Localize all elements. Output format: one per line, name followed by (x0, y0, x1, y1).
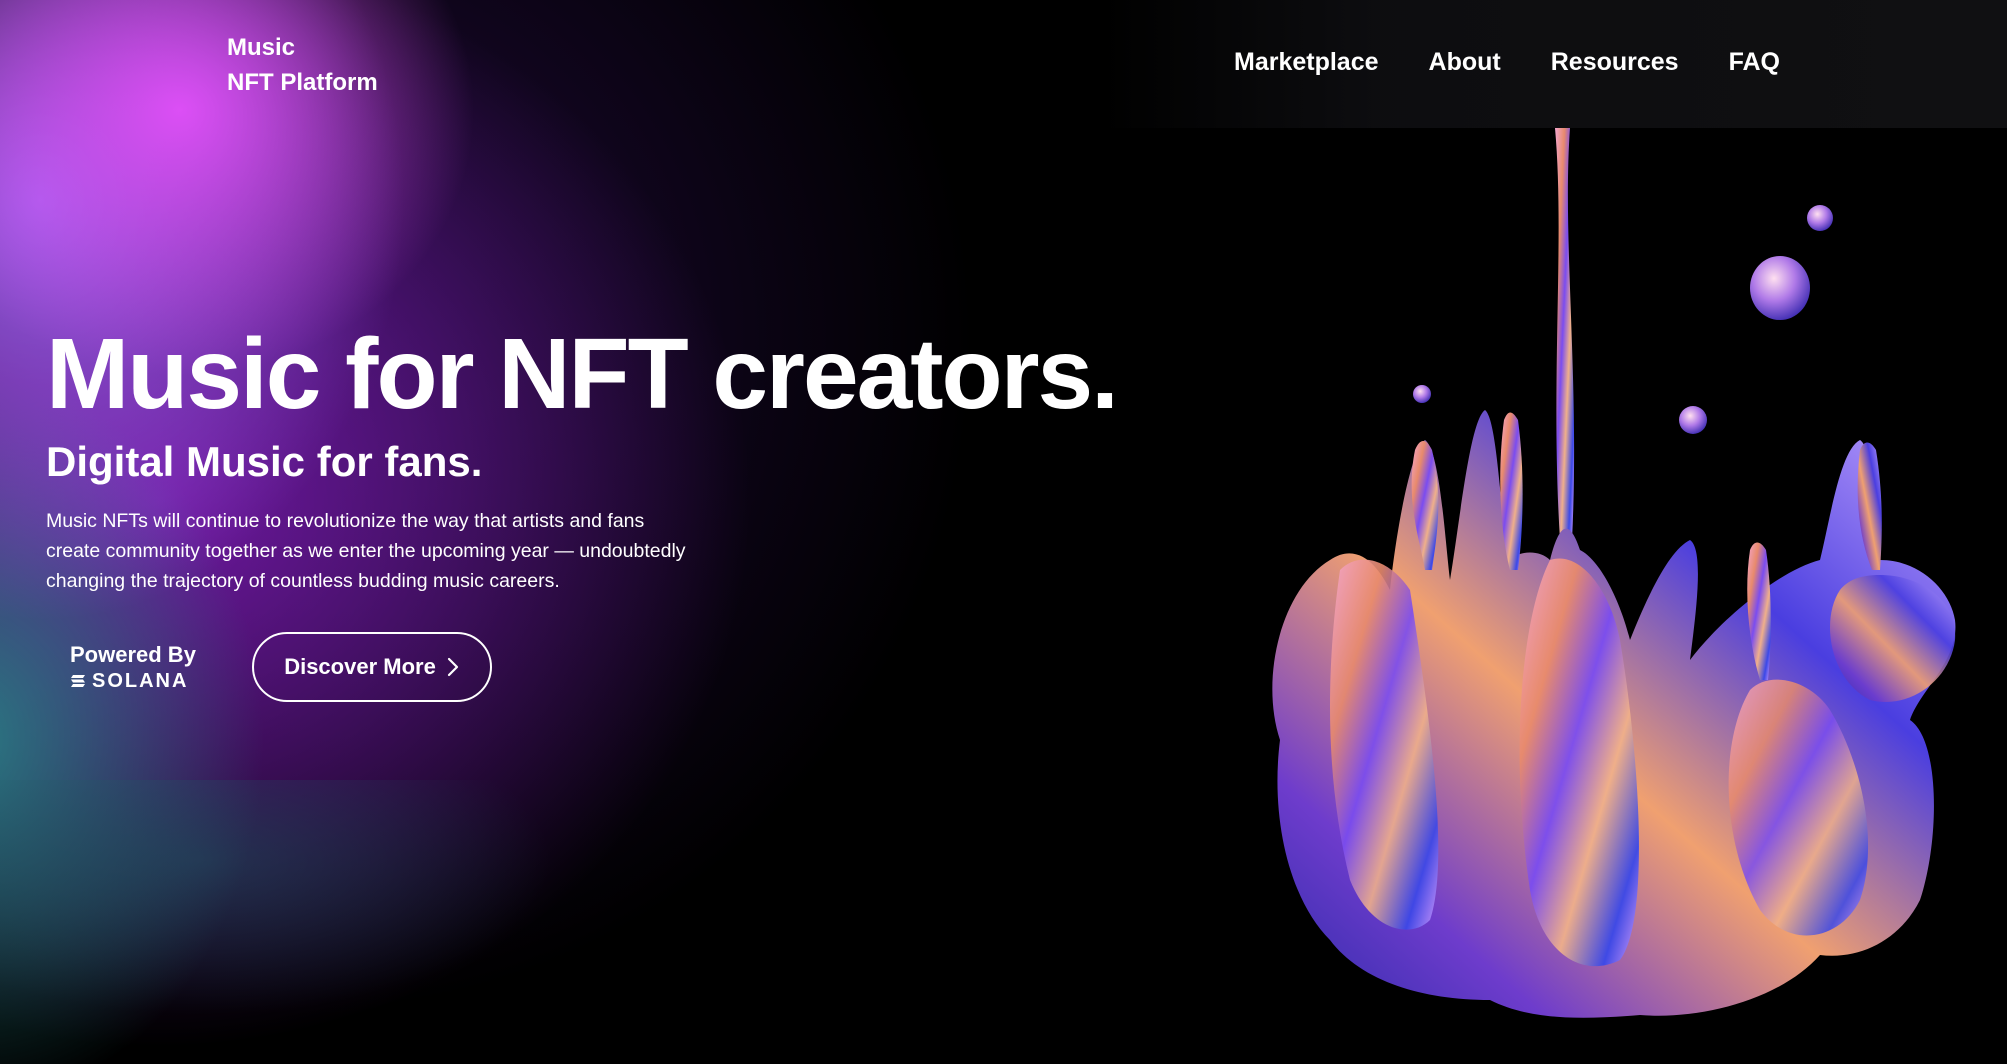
solana-brand: SOLANA (70, 670, 200, 692)
cta-row: Powered By SOLANA Discover More (70, 632, 492, 702)
powered-by-label: Powered By (70, 642, 196, 667)
discover-more-label: Discover More (284, 654, 436, 679)
logo-line-1: Music (227, 34, 296, 61)
site-header: Music NFT Platform Marketplace About Res… (0, 0, 2007, 128)
nav-faq[interactable]: FAQ (1729, 45, 1780, 79)
discover-more-button[interactable]: Discover More (252, 632, 492, 702)
hero-title: Music for NFT creators. (46, 318, 1119, 430)
chevron-right-icon (447, 657, 458, 677)
hero-subtitle: Digital Music for fans. (46, 438, 483, 485)
powered-by-badge: Powered By SOLANA (70, 642, 200, 692)
main-nav: Marketplace About Resources FAQ (1234, 45, 1780, 79)
solana-wordmark: SOLANA (92, 670, 189, 692)
gradient-glow-bottom (0, 780, 1100, 1064)
nav-resources[interactable]: Resources (1551, 45, 1679, 79)
logo-line-2: NFT Platform (227, 69, 378, 96)
hero-description: Music NFTs will continue to revolutioniz… (46, 510, 686, 592)
nav-marketplace[interactable]: Marketplace (1234, 45, 1379, 79)
liquid-chrome-illustration (1272, 128, 1956, 1018)
solana-logo-icon (71, 675, 85, 687)
site-logo[interactable]: Music NFT Platform (227, 30, 378, 100)
hero-section: Music for NFT creators. Digital Music fo… (46, 318, 1196, 596)
nav-about[interactable]: About (1429, 45, 1501, 79)
